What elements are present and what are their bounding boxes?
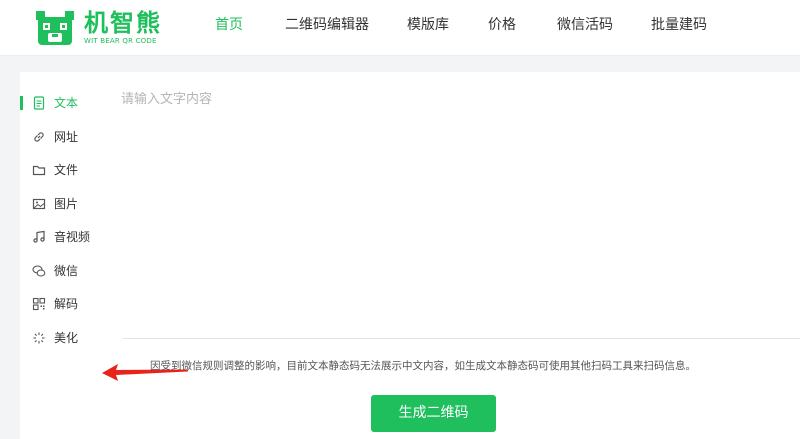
generate-qr-button[interactable]: 生成二维码 — [371, 395, 496, 432]
nav-batch-create[interactable]: 批量建码 — [651, 0, 707, 56]
document-icon — [33, 96, 45, 110]
sidebar-item-beautify[interactable]: 美化 — [20, 324, 110, 352]
wechat-icon — [32, 265, 46, 277]
image-icon — [32, 198, 46, 210]
sidebar-item-text[interactable]: 文本 — [20, 89, 110, 117]
main-card: 文本 网址 文件 图片 音视频 微信 解码 美化 请输入文字内容 因受到微信规则… — [20, 72, 800, 439]
sidebar-item-label: 微信 — [54, 264, 79, 278]
nav-qr-editor[interactable]: 二维码编辑器 — [285, 0, 369, 56]
sidebar-item-label: 音视频 — [54, 230, 91, 244]
nav-pricing[interactable]: 价格 — [488, 0, 516, 56]
sidebar-item-label: 图片 — [54, 197, 79, 211]
text-content-input[interactable] — [121, 88, 800, 338]
sidebar-item-wechat[interactable]: 微信 — [20, 257, 110, 285]
sidebar-item-file[interactable]: 文件 — [20, 156, 110, 184]
active-indicator — [20, 96, 23, 110]
bear-logo-icon — [36, 11, 74, 45]
sidebar-item-label: 美化 — [54, 331, 79, 345]
sidebar-item-url[interactable]: 网址 — [20, 123, 110, 151]
sidebar-item-label: 文本 — [54, 96, 79, 110]
sidebar-item-label: 解码 — [54, 297, 79, 311]
sidebar-item-audio-video[interactable]: 音视频 — [20, 223, 110, 251]
sidebar-item-decode[interactable]: 解码 — [20, 290, 110, 318]
nav-home[interactable]: 首页 — [215, 0, 243, 56]
brand-logo[interactable]: 机智熊 WIT BEAR QR CODE — [34, 8, 174, 48]
sidebar-item-label: 网址 — [54, 130, 79, 144]
brand-name: 机智熊 — [84, 9, 162, 37]
qr-scan-icon — [32, 297, 46, 311]
top-header: 机智熊 WIT BEAR QR CODE 首页 二维码编辑器 模版库 价格 微信… — [0, 0, 800, 56]
editor-divider — [123, 338, 800, 339]
sidebar-item-label: 文件 — [54, 163, 79, 177]
nav-template-library[interactable]: 模版库 — [407, 0, 449, 56]
music-note-icon — [33, 230, 45, 243]
link-icon — [34, 132, 44, 142]
nav-wechat-live-code[interactable]: 微信活码 — [557, 0, 613, 56]
folder-icon — [32, 165, 46, 176]
wechat-notice-text: 因受到微信规则调整的影响，目前文本静态码无法展示中文内容，如生成文本静态码可使用… — [150, 360, 696, 372]
sidebar-item-image[interactable]: 图片 — [20, 190, 110, 218]
sparkle-icon — [33, 332, 45, 344]
brand-subtitle: WIT BEAR QR CODE — [84, 37, 157, 45]
